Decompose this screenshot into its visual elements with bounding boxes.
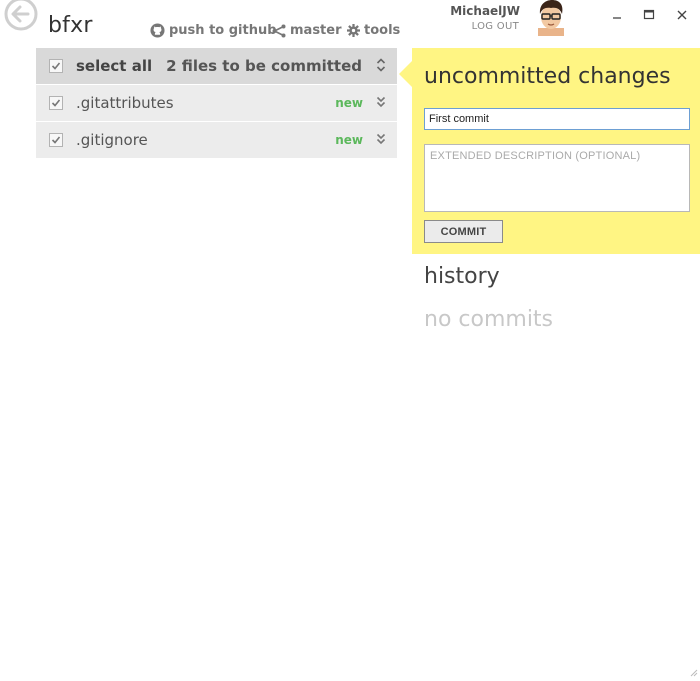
select-all-checkbox[interactable] [49,59,63,73]
select-all-row: select all 2 files to be committed [36,48,397,85]
back-button[interactable] [2,0,38,31]
chevron-up-down-icon [376,57,386,72]
avatar[interactable] [534,0,568,36]
github-icon [150,23,165,38]
tools-label: tools [364,23,401,38]
double-chevron-down-icon [376,96,386,107]
push-to-github-button[interactable]: push to github [150,23,277,38]
expand-all-toggle[interactable] [376,57,386,76]
user-name: MichaelJW [450,4,520,18]
checkmark-icon [51,99,61,107]
file-row[interactable]: .gitignore new [36,122,397,159]
file-status-badge: new [335,133,363,147]
minimize-icon [613,17,621,19]
files-count: 2 files to be committed [166,57,362,75]
gear-icon [347,24,360,37]
minimize-button[interactable] [608,6,626,24]
branch-selector[interactable]: master [272,23,342,38]
close-icon [677,10,687,20]
file-row[interactable]: .gitattributes new [36,85,397,122]
file-status-badge: new [335,96,363,110]
back-arrow-icon [4,0,38,31]
history-title: history [424,264,500,289]
commit-panel: uncommitted changes COMMIT [412,48,700,254]
changed-files-list: select all 2 files to be committed .gita… [36,48,397,159]
file-name: .gitignore [76,131,148,149]
commit-summary-input[interactable] [424,108,690,130]
checkmark-icon [51,136,61,144]
file-name: .gitattributes [76,94,174,112]
panel-pointer [399,61,412,87]
select-all-label: select all [76,57,153,75]
branch-icon [272,24,286,37]
file-checkbox[interactable] [49,133,63,147]
double-chevron-down-icon [376,133,386,144]
logout-link[interactable]: LOG OUT [472,21,519,32]
commit-button[interactable]: COMMIT [424,220,503,243]
maximize-icon [643,9,655,20]
history-empty-label: no commits [424,307,554,332]
maximize-button[interactable] [640,6,658,24]
expand-file-toggle[interactable] [376,94,386,113]
branch-label: master [290,23,342,38]
checkmark-icon [51,62,61,70]
push-label: push to github [169,23,277,38]
resize-grip-icon [690,669,698,677]
close-button[interactable] [673,6,691,24]
commit-description-input[interactable] [424,144,690,212]
resize-grip[interactable] [690,662,698,677]
file-checkbox[interactable] [49,96,63,110]
tools-button[interactable]: tools [347,23,400,38]
panel-title: uncommitted changes [424,64,671,89]
repo-name: bfxr [48,13,93,38]
expand-file-toggle[interactable] [376,131,386,150]
